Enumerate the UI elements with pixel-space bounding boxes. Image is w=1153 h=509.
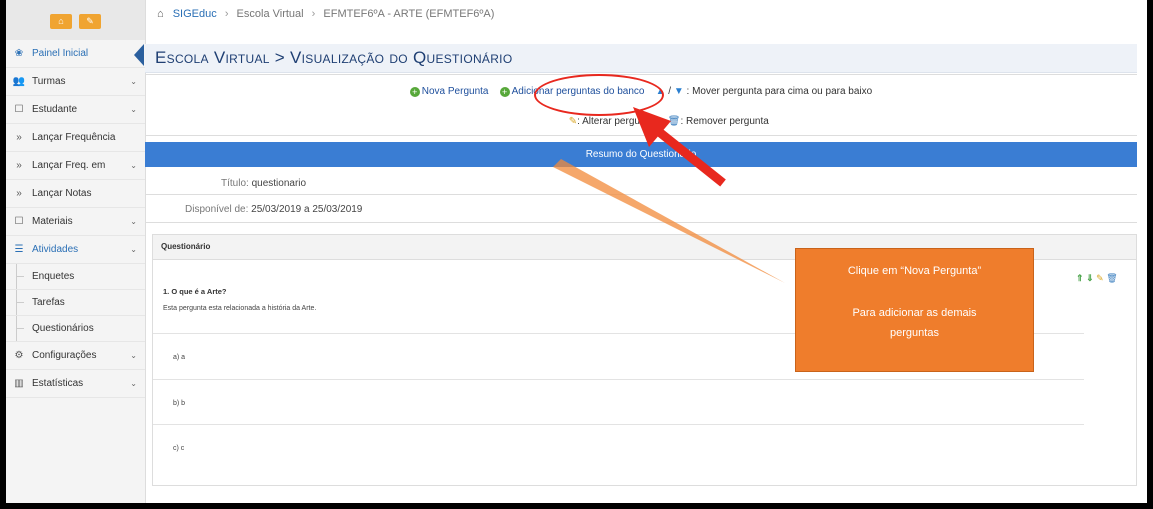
sidebar-item-materiais[interactable]: ☐ Materiais ⌄	[6, 208, 145, 236]
sidebar-subitem-enquetes[interactable]: Enquetes	[6, 264, 145, 290]
move-down-icon[interactable]: ⇓	[1086, 273, 1094, 283]
sidebar-subitem-label: Tarefas	[32, 297, 65, 308]
disponivel-label: Disponível de:	[185, 204, 249, 215]
breadcrumb-level2[interactable]: Escola Virtual	[237, 8, 304, 20]
sidebar-item-label: Estudante	[32, 104, 78, 115]
home-icon[interactable]: ⌂	[50, 14, 72, 29]
edit-icon: ☐	[14, 104, 24, 115]
sidebar-item-label: Configurações	[32, 350, 97, 361]
users-icon: 👥	[12, 76, 26, 87]
edit-question-icon[interactable]: ✎	[1096, 273, 1104, 283]
sidebar-item-label: Materiais	[32, 216, 73, 227]
sidebar-top: ⌂ ✎	[6, 0, 145, 40]
sidebar-item-label: Lançar Frequência	[32, 132, 116, 143]
app-frame: ⌂ ✎ ❀ Painel Inicial 👥 Turmas ⌄ ☐ Estuda…	[6, 0, 1147, 503]
sidebar-subitem-tarefas[interactable]: Tarefas	[6, 290, 145, 316]
sidebar-item-painel-inicial[interactable]: ❀ Painel Inicial	[6, 40, 145, 68]
sidebar-item-lancar-notas[interactable]: » Lançar Notas	[6, 180, 145, 208]
question-actions: ⇑ ⇓ ✎ 🗑	[1076, 273, 1118, 284]
add-icon: +	[499, 87, 510, 97]
title-bar: Escola Virtual > Visualização do Questio…	[145, 44, 1137, 73]
move-up-icon[interactable]: ⇑	[1076, 273, 1084, 283]
sidebar-subitem-label: Enquetes	[32, 271, 75, 282]
sidebar-item-atividades[interactable]: ☰ Atividades ⌄	[6, 236, 145, 264]
chevron-down-icon: ⌄	[130, 217, 137, 226]
sidebar-item-label: Estatísticas	[32, 378, 84, 389]
breadcrumb: ⌂ SIGEduc › Escola Virtual › EFMTEF6ºA -…	[157, 8, 494, 20]
question-title: 1. O que é a Arte?	[163, 287, 227, 296]
nova-pergunta-label: Nova Pergunta	[421, 86, 489, 97]
disponivel-row: Disponível de: 25/03/2019 a 25/03/2019	[185, 204, 362, 215]
double-chevron-icon: »	[16, 160, 22, 171]
sidebar-item-estudante[interactable]: ☐ Estudante ⌄	[6, 96, 145, 124]
sidebar-item-label: Lançar Freq. em	[32, 160, 106, 171]
mover-separator: /	[668, 86, 672, 97]
chevron-down-icon: ⌄	[130, 161, 137, 170]
callout-line2: Para adicionar as demais	[852, 307, 977, 319]
main-content: ⌂ SIGEduc › Escola Virtual › EFMTEF6ºA -…	[145, 0, 1147, 503]
sidebar-item-label: Painel Inicial	[32, 48, 89, 59]
breadcrumb-brand[interactable]: SIGEduc	[173, 8, 217, 20]
pencil-icon[interactable]: ✎	[79, 14, 101, 29]
dashboard-icon: ❀	[14, 48, 24, 59]
gears-icon: ⚙	[14, 350, 24, 361]
chevron-down-icon: ⌄	[130, 351, 137, 360]
titulo-row: Título: questionario	[221, 178, 306, 189]
question-option: c) c	[153, 424, 1084, 469]
arrow-down-icon: ▼	[673, 86, 684, 97]
callout-line1: Clique em “Nova Pergunta”	[847, 265, 982, 277]
double-chevron-icon: »	[16, 188, 22, 199]
sidebar-item-label: Lançar Notas	[32, 188, 92, 199]
sidebar-item-lancar-frequencia[interactable]: » Lançar Frequência	[6, 124, 145, 152]
sidebar-item-configuracoes[interactable]: ⚙ Configurações ⌄	[6, 342, 145, 370]
mover-legend: : Mover pergunta para cima ou para baixo	[686, 86, 873, 97]
red-arrow-shaft	[650, 123, 726, 187]
double-chevron-icon: »	[16, 132, 22, 143]
sidebar-item-turmas[interactable]: 👥 Turmas ⌄	[6, 68, 145, 96]
bar-chart-icon: ▥	[14, 378, 24, 389]
titulo-label: Título:	[221, 178, 249, 189]
delete-question-icon[interactable]: 🗑	[1106, 273, 1117, 283]
sidebar-item-label: Turmas	[32, 76, 66, 87]
disponivel-value: 25/03/2019 a 25/03/2019	[251, 204, 363, 215]
sidebar-item-lancar-freq-em[interactable]: » Lançar Freq. em ⌄	[6, 152, 145, 180]
home-icon[interactable]: ⌂	[157, 8, 164, 20]
callout-line3: perguntas	[890, 327, 939, 339]
sidebar-subitem-label: Questionários	[32, 323, 94, 334]
callout-pointer	[553, 159, 785, 283]
chevron-down-icon: ⌄	[130, 105, 137, 114]
sidebar-item-estatisticas[interactable]: ▥ Estatísticas ⌄	[6, 370, 145, 398]
list-icon: ☰	[14, 244, 24, 255]
page-title: Escola Virtual > Visualização do Questio…	[155, 48, 513, 67]
chevron-down-icon: ⌄	[130, 379, 137, 388]
breadcrumb-separator: ›	[224, 8, 229, 20]
option-label: c) c	[173, 445, 185, 452]
sidebar: ⌂ ✎ ❀ Painel Inicial 👥 Turmas ⌄ ☐ Estuda…	[6, 0, 146, 503]
sidebar-subitem-questionarios[interactable]: Questionários	[6, 316, 145, 342]
nova-pergunta-button[interactable]: + Nova Pergunta	[409, 86, 492, 97]
option-label: b) b	[173, 400, 186, 407]
add-icon: +	[409, 87, 420, 97]
option-label: a) a	[173, 354, 186, 361]
divider	[145, 74, 1137, 75]
question-description: Esta pergunta esta relacionada a históri…	[163, 305, 317, 312]
question-option: b) b	[153, 379, 1084, 424]
chevron-down-icon: ⌄	[130, 77, 137, 86]
breadcrumb-separator: ›	[311, 8, 316, 20]
breadcrumb-level3: EFMTEF6ºA - ARTE (EFMTEF6ºA)	[323, 8, 495, 20]
instruction-callout: Clique em “Nova Pergunta” Para adicionar…	[795, 248, 1034, 372]
chevron-down-icon: ⌄	[130, 245, 137, 254]
sidebar-item-label: Atividades	[32, 244, 79, 255]
edit-icon: ☐	[14, 216, 24, 227]
titulo-value: questionario	[251, 178, 307, 189]
